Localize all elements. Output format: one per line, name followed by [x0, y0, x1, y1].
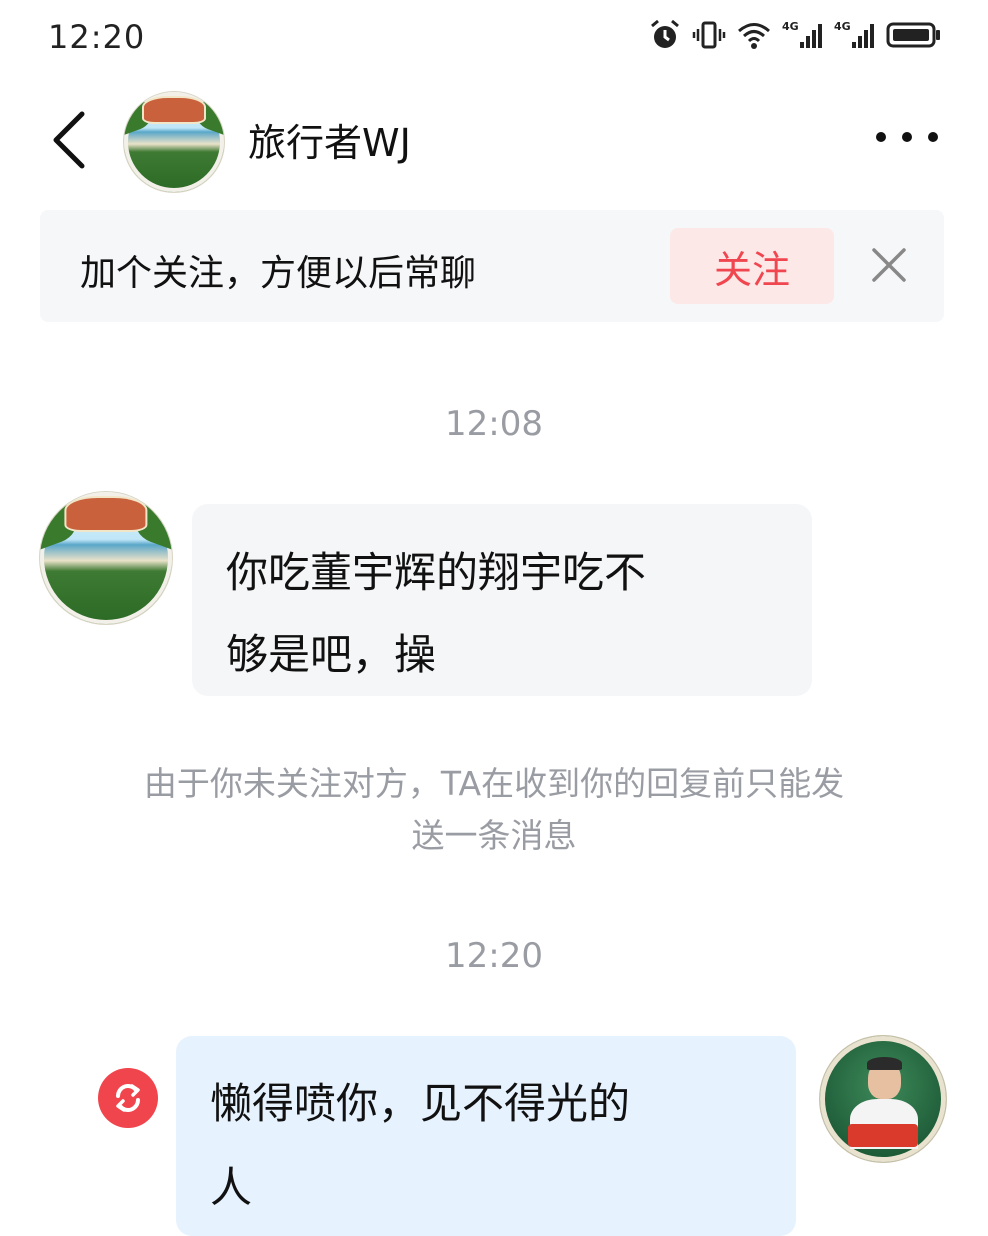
follow-banner-text: 加个关注，方便以后常聊 [80, 253, 477, 294]
message-text-line: 人 [210, 1163, 253, 1212]
wifi-icon [738, 23, 770, 49]
status-bar-time: 12:20 [48, 18, 146, 56]
contact-avatar[interactable] [124, 92, 224, 192]
notice-line: 送一条消息 [411, 816, 577, 855]
system-notice: 由于你未关注对方，TA在收到你的回复前只能发 送一条消息 [60, 758, 928, 862]
message-text-line: 够是吧，操 [226, 630, 437, 679]
message-timestamp: 12:20 [445, 936, 543, 976]
message-text-line: 懒得喷你，见不得光的 [210, 1079, 631, 1128]
incoming-message-bubble[interactable]: 你吃董宇辉的翔宇吃不 够是吧，操 [192, 504, 812, 696]
back-chevron-icon[interactable] [46, 108, 92, 172]
follow-button[interactable]: 关注 [670, 228, 834, 304]
outgoing-message-bubble[interactable]: 懒得喷你，见不得光的 人 [176, 1036, 796, 1236]
message-timestamp: 12:08 [445, 404, 543, 444]
alarm-icon [651, 19, 679, 48]
resend-icon[interactable] [98, 1068, 158, 1128]
sender-avatar[interactable] [40, 492, 172, 624]
notice-line: 由于你未关注对方，TA在收到你的回复前只能发 [143, 764, 845, 803]
my-avatar[interactable] [820, 1036, 946, 1162]
message-text-line: 你吃董宇辉的翔宇吃不 [226, 548, 647, 597]
svg-text:4G: 4G [782, 20, 799, 33]
close-icon[interactable] [868, 244, 910, 286]
vibrate-icon [692, 21, 726, 49]
more-options-icon[interactable] [876, 132, 938, 142]
svg-text:4G: 4G [834, 20, 851, 33]
signal-4g-icon: 4G [782, 20, 822, 48]
signal-4g-icon: 4G [834, 20, 874, 48]
contact-name[interactable]: 旅行者WJ [248, 112, 411, 167]
battery-icon [886, 22, 940, 48]
status-bar-icons: 4G 4G [648, 18, 942, 52]
